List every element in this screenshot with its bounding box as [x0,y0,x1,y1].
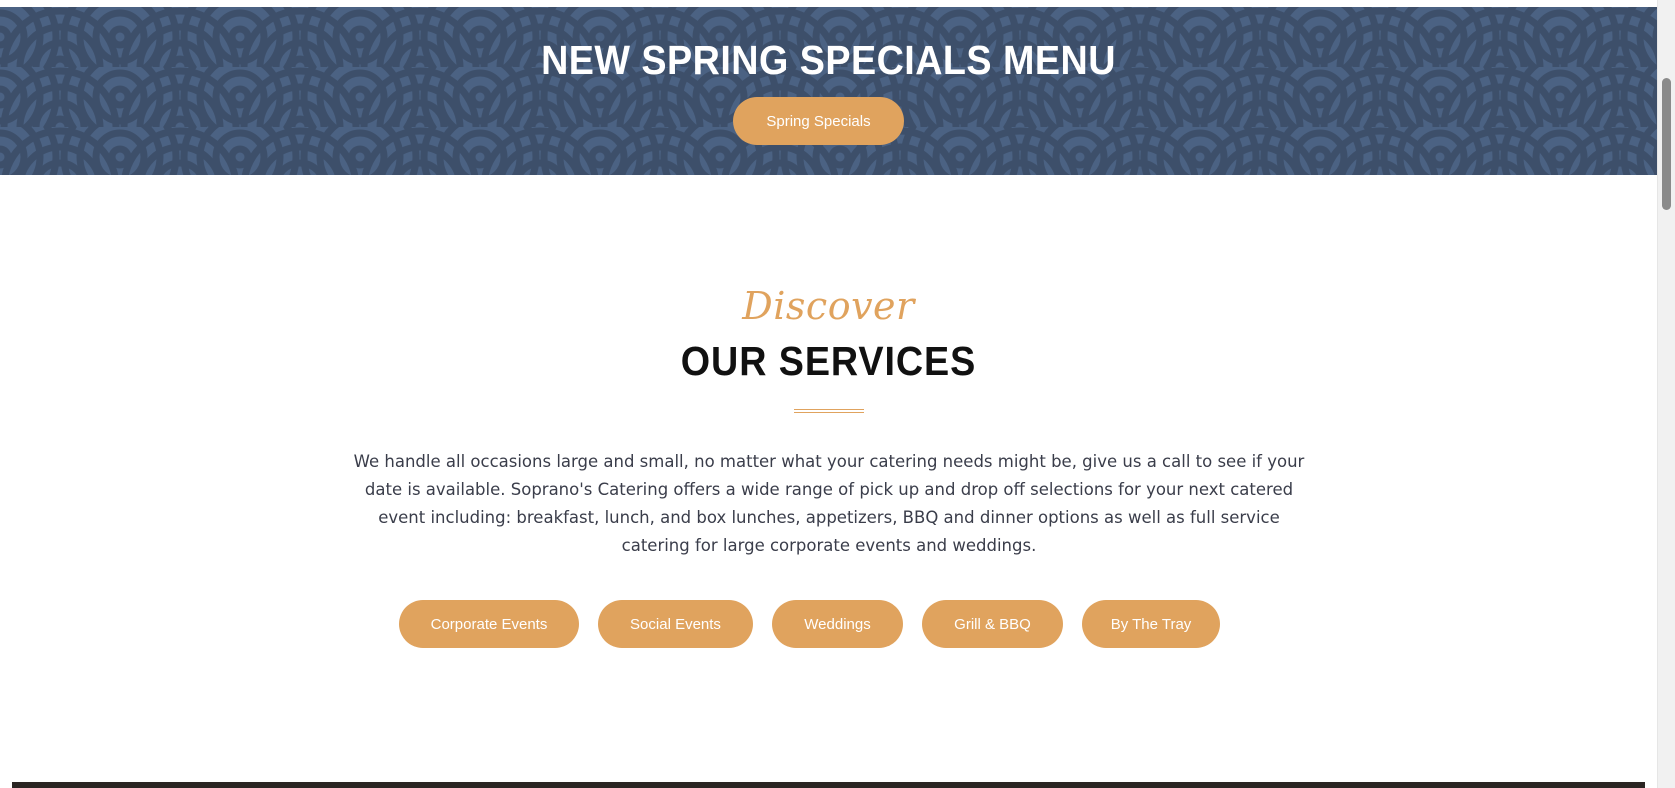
service-buttons: Corporate Events Social Events Weddings … [0,600,1657,648]
scrollbar-thumb[interactable] [1662,78,1671,210]
services-intro-text: We handle all occasions large and small,… [353,452,1305,555]
top-strip [0,0,1657,7]
wave-pattern-background [0,7,1657,175]
vertical-scrollbar[interactable] [1657,0,1675,788]
section-title: OUR SERVICES [680,338,977,384]
section-kicker: Discover [742,284,915,328]
corporate-events-button[interactable]: Corporate Events [399,600,579,648]
spring-specials-banner: NEW SPRING SPECIALS MENU Spring Specials [0,7,1657,175]
banner-title: NEW SPRING SPECIALS MENU [541,37,1116,83]
weddings-button[interactable]: Weddings [772,600,903,648]
grill-bbq-button[interactable]: Grill & BBQ [922,600,1063,648]
by-the-tray-button[interactable]: By The Tray [1082,600,1220,648]
page-viewport: NEW SPRING SPECIALS MENU Spring Specials… [0,0,1657,788]
title-divider [794,409,864,413]
next-section-image [12,782,1645,788]
spring-specials-button[interactable]: Spring Specials [733,97,904,145]
social-events-button[interactable]: Social Events [598,600,753,648]
